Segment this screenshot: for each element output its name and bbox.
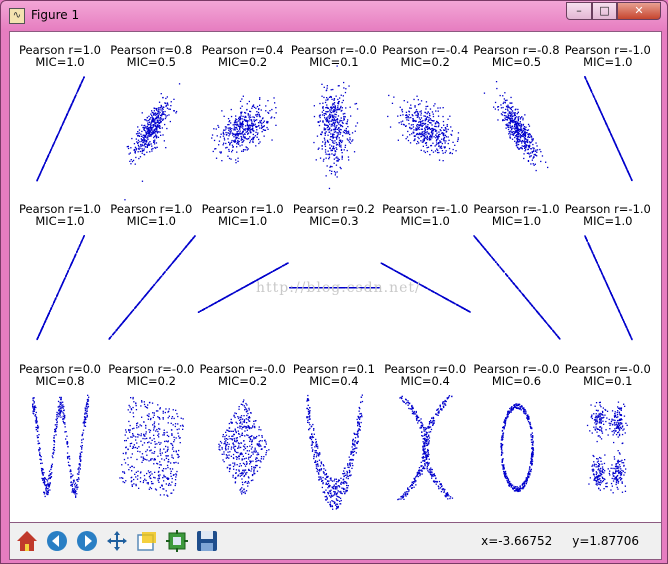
subplot-1-3: Pearson r=0.4MIC=0.2 xyxy=(202,43,284,164)
subplot-mic-label: MIC=0.2 xyxy=(218,374,267,388)
subplot-1-6: Pearson r=-0.8MIC=0.5 xyxy=(473,43,560,172)
subplot-mic-label: MIC=1.0 xyxy=(127,214,176,228)
close-icon[interactable]: ✕ xyxy=(617,2,661,20)
subplot-3-7: Pearson r=-0.0MIC=0.1 xyxy=(565,362,651,494)
subplot-3-5: Pearson r=0.0MIC=0.4 xyxy=(384,362,466,501)
minimize-icon[interactable]: – xyxy=(566,2,592,20)
figure-window: ∿ Figure 1 – □ ✕ Pearson r=1.0 MIC=1.0 Pea… xyxy=(0,0,668,564)
subplot-2-7: Pearson r=-1.0MIC=1.0 xyxy=(565,202,651,341)
x-readout: x=-3.66752 xyxy=(481,534,553,548)
coordinate-readout: x=-3.66752 y=1.87706 xyxy=(461,534,639,548)
subplot-3-6: Pearson r=-0.0MIC=0.6 xyxy=(473,362,560,493)
subplot-mic-label: MIC=1.0 xyxy=(218,214,267,228)
watermark-text: http://blog.csdn.net/ xyxy=(256,280,421,296)
back-icon[interactable] xyxy=(43,527,71,555)
subplot-2-3: Pearson r=1.0MIC=1.0 xyxy=(197,202,289,313)
subplot-mic-label: MIC=0.4 xyxy=(309,374,358,388)
subplot-2-2: Pearson r=1.0MIC=1.0 xyxy=(108,202,196,340)
subplot-mic-label: MIC=0.5 xyxy=(127,55,176,69)
subplot-mic-label: MIC=1.0 xyxy=(583,214,632,228)
subplot-3-4: Pearson r=0.1MIC=0.4 xyxy=(293,362,375,510)
subplot-mic-label: MIC=0.4 xyxy=(401,374,450,388)
subplot-mic-label: MIC=0.1 xyxy=(583,374,632,388)
subplot-3-2: Pearson r=-0.0MIC=0.2 xyxy=(108,362,194,497)
subplot-1-5: Pearson r=-0.4MIC=0.2 xyxy=(382,43,468,162)
window-title: Figure 1 xyxy=(31,8,80,22)
subplot-mic-label: MIC=1.0 xyxy=(492,214,541,228)
title-bar[interactable]: ∿ Figure 1 – □ ✕ xyxy=(1,1,667,31)
subplot-mic-label: MIC=0.6 xyxy=(492,374,541,388)
subplot-mic-label: MIC=0.8 xyxy=(35,374,84,388)
subplot-1-7: Pearson r=-1.0MIC=1.0 xyxy=(565,43,651,182)
matplotlib-icon: ∿ xyxy=(9,8,25,24)
subplot-mic-label: MIC=0.5 xyxy=(492,55,541,69)
subplot-mic-label: MIC=1.0 xyxy=(35,55,84,69)
subplots-icon[interactable] xyxy=(163,527,191,555)
subplot-mic-label: MIC=0.2 xyxy=(127,374,176,388)
subplot-1-2: Pearson r=0.8MIC=0.5 xyxy=(110,43,192,201)
window-controls: – □ ✕ xyxy=(566,2,661,20)
subplot-2-4: Pearson r=0.2MIC=0.3 xyxy=(289,202,380,289)
subplot-1-1: Pearson r=1.0MIC=1.0 xyxy=(19,43,101,182)
subplot-2-5: Pearson r=-1.0MIC=1.0 xyxy=(380,202,471,313)
subplot-2-6: Pearson r=-1.0MIC=1.0 xyxy=(473,202,561,340)
subplot-mic-label: MIC=0.3 xyxy=(309,214,358,228)
subplot-mic-label: MIC=0.1 xyxy=(309,55,358,69)
forward-icon[interactable] xyxy=(73,527,101,555)
zoom-icon[interactable] xyxy=(133,527,161,555)
figure-canvas[interactable]: Pearson r=1.0 MIC=1.0 Pearson r=0.8 MIC=0.5… xyxy=(9,31,662,523)
pan-icon[interactable] xyxy=(103,527,131,555)
subplot-1-4: Pearson r=-0.0MIC=0.1 xyxy=(291,43,377,190)
y-readout: y=1.87706 xyxy=(572,534,639,548)
subplot-mic-label: MIC=1.0 xyxy=(583,55,632,69)
subplot-mic-label: MIC=1.0 xyxy=(401,214,450,228)
subplot-grid: Pearson r=1.0MIC=1.0Pearson r=0.8MIC=0.5… xyxy=(19,43,651,510)
maximize-icon[interactable]: □ xyxy=(592,2,617,20)
subplot-mic-label: MIC=0.2 xyxy=(401,55,450,69)
save-icon[interactable] xyxy=(193,527,221,555)
subplot-3-3: Pearson r=-0.0MIC=0.2 xyxy=(200,362,286,495)
subplot-mic-label: MIC=1.0 xyxy=(35,214,84,228)
subplot-3-1: Pearson r=0.0MIC=0.8 xyxy=(19,362,101,498)
home-icon[interactable] xyxy=(13,527,41,555)
navigation-toolbar: x=-3.66752 y=1.87706 xyxy=(9,522,662,560)
subplot-mic-label: MIC=0.2 xyxy=(218,55,267,69)
subplot-2-1: Pearson r=1.0MIC=1.0 xyxy=(19,202,101,341)
